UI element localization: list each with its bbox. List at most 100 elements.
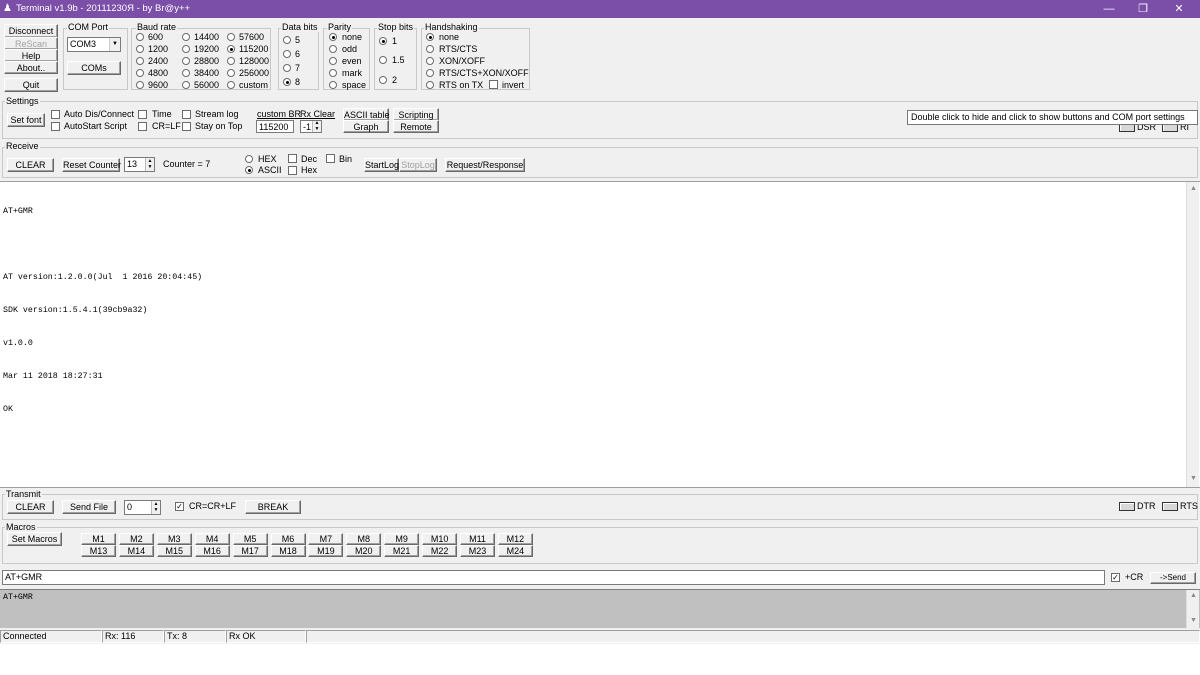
macro-button-row1-2[interactable]: M2 [118, 533, 154, 545]
stop-log-button[interactable]: StopLog [399, 158, 437, 172]
baud-radio-38400[interactable] [182, 69, 190, 77]
baud-radio-56000[interactable] [182, 81, 190, 89]
baud-radio-128000[interactable] [227, 57, 235, 65]
rts-led[interactable] [1162, 502, 1178, 511]
scroll-down-icon[interactable]: ▼ [1190, 617, 1197, 625]
macro-button-row2-7[interactable]: M19 [308, 545, 344, 557]
counter-spin-input[interactable]: 13 ▲ ▼ [124, 157, 155, 172]
cr-crlf-checkbox[interactable]: ✓ [175, 502, 184, 511]
reset-counter-button[interactable]: Reset Counter [62, 158, 121, 172]
dec-checkbox[interactable] [288, 154, 297, 163]
transmit-clear-button[interactable]: CLEAR [7, 500, 54, 514]
baud-radio-1200[interactable] [136, 45, 144, 53]
macro-button-row2-9[interactable]: M21 [384, 545, 420, 557]
macro-button-row1-8[interactable]: M8 [346, 533, 382, 545]
baud-radio-custom[interactable] [227, 81, 235, 89]
auto-dis-connect-checkbox[interactable] [51, 110, 60, 119]
macro-button-row1-9[interactable]: M9 [384, 533, 420, 545]
coms-button[interactable]: COMs [67, 61, 121, 75]
macro-button-row1-1[interactable]: M1 [81, 533, 116, 545]
remote-button[interactable]: Remote [393, 120, 439, 133]
macro-button-row1-10[interactable]: M10 [422, 533, 458, 545]
macro-button-row2-5[interactable]: M17 [232, 545, 268, 557]
start-log-button[interactable]: StartLog [364, 158, 399, 172]
macro-button-row1-5[interactable]: M5 [232, 533, 268, 545]
com-port-select[interactable]: COM3 ▼ [67, 37, 121, 52]
graph-button[interactable]: Graph [343, 120, 389, 133]
stop-bits-radio-1[interactable] [379, 37, 387, 45]
stop-bits-radio-2[interactable] [379, 76, 387, 84]
macro-button-row2-8[interactable]: M20 [346, 545, 382, 557]
ascii-radio[interactable] [245, 166, 253, 174]
stop-bits-radio-1-5[interactable] [379, 56, 387, 64]
handshaking-radio-xon-xoff[interactable] [426, 57, 434, 65]
macro-button-row2-11[interactable]: M23 [460, 545, 495, 557]
transmit-log-scrollbar[interactable]: ▲ ▼ [1186, 590, 1199, 628]
baud-radio-115200[interactable] [227, 45, 235, 53]
hex-radio[interactable] [245, 155, 253, 163]
quit-button[interactable]: Quit [4, 78, 58, 92]
baud-radio-256000[interactable] [227, 69, 235, 77]
baud-radio-14400[interactable] [182, 33, 190, 41]
macro-button-row1-6[interactable]: M6 [270, 533, 306, 545]
macro-button-row2-3[interactable]: M15 [156, 545, 192, 557]
invert-checkbox[interactable] [489, 80, 498, 89]
send-input[interactable]: AT+GMR [2, 570, 1105, 585]
parity-radio-none[interactable] [329, 33, 337, 41]
about-button[interactable]: About.. [4, 61, 58, 74]
bin-checkbox[interactable] [326, 154, 335, 163]
handshaking-radio-none[interactable] [426, 33, 434, 41]
baud-radio-9600[interactable] [136, 81, 144, 89]
request-response-button[interactable]: Request/Response [445, 158, 525, 172]
macro-button-row1-4[interactable]: M4 [194, 533, 230, 545]
disconnect-button[interactable]: Disconnect [4, 24, 58, 38]
stay-on-top-checkbox[interactable] [182, 122, 191, 131]
baud-radio-2400[interactable] [136, 57, 144, 65]
cr-lf-checkbox[interactable] [138, 122, 147, 131]
dtr-led[interactable] [1119, 502, 1135, 511]
minimize-icon[interactable]: — [1094, 0, 1124, 18]
handshaking-radio-rts-cts-xon-xoff[interactable] [426, 69, 434, 77]
scroll-up-icon[interactable]: ▲ [1190, 185, 1197, 193]
autostart-script-checkbox[interactable] [51, 122, 60, 131]
parity-radio-odd[interactable] [329, 45, 337, 53]
spin-down-icon[interactable]: ▼ [145, 165, 154, 171]
macro-button-row2-4[interactable]: M16 [194, 545, 230, 557]
send-button[interactable]: ->Send [1150, 572, 1196, 584]
macro-button-row2-12[interactable]: M24 [497, 545, 533, 557]
send-file-button[interactable]: Send File [62, 500, 116, 514]
parity-radio-mark[interactable] [329, 69, 337, 77]
time-checkbox[interactable] [138, 110, 147, 119]
scroll-up-icon[interactable]: ▲ [1190, 592, 1197, 600]
parity-radio-even[interactable] [329, 57, 337, 65]
baud-radio-19200[interactable] [182, 45, 190, 53]
transmit-log[interactable]: AT+GMR ▲ ▼ [0, 589, 1200, 628]
receive-scrollbar[interactable]: ▲ ▼ [1186, 182, 1199, 487]
macro-button-row1-7[interactable]: M7 [308, 533, 344, 545]
macro-button-row2-2[interactable]: M14 [118, 545, 154, 557]
baud-radio-28800[interactable] [182, 57, 190, 65]
hex-checkbox[interactable] [288, 166, 297, 175]
baud-radio-4800[interactable] [136, 69, 144, 77]
receive-terminal[interactable]: AT+GMR AT version:1.2.0.0(Jul 1 2016 20:… [0, 181, 1200, 488]
maximize-icon[interactable]: ❐ [1128, 0, 1158, 18]
macro-button-row1-3[interactable]: M3 [156, 533, 192, 545]
macro-button-row2-1[interactable]: M13 [81, 545, 116, 557]
set-font-button[interactable]: Set font [7, 113, 45, 127]
macro-button-row1-12[interactable]: M12 [497, 533, 533, 545]
custom-br-input[interactable]: 115200 [256, 120, 294, 133]
baud-radio-600[interactable] [136, 33, 144, 41]
break-button[interactable]: BREAK [245, 500, 301, 514]
data-bits-radio-6[interactable] [283, 50, 291, 58]
handshaking-radio-rts-cts[interactable] [426, 45, 434, 53]
macro-button-row2-10[interactable]: M22 [422, 545, 458, 557]
transmit-spin-input[interactable]: 0 ▲ ▼ [124, 500, 161, 515]
macro-button-row1-11[interactable]: M11 [460, 533, 495, 545]
parity-radio-space[interactable] [329, 81, 337, 89]
data-bits-radio-7[interactable] [283, 64, 291, 72]
scroll-down-icon[interactable]: ▼ [1190, 475, 1197, 483]
spin-down-icon[interactable]: ▼ [151, 508, 160, 514]
handshaking-radio-rts-on-tx[interactable] [426, 81, 434, 89]
baud-radio-57600[interactable] [227, 33, 235, 41]
receive-clear-button[interactable]: CLEAR [7, 158, 54, 172]
